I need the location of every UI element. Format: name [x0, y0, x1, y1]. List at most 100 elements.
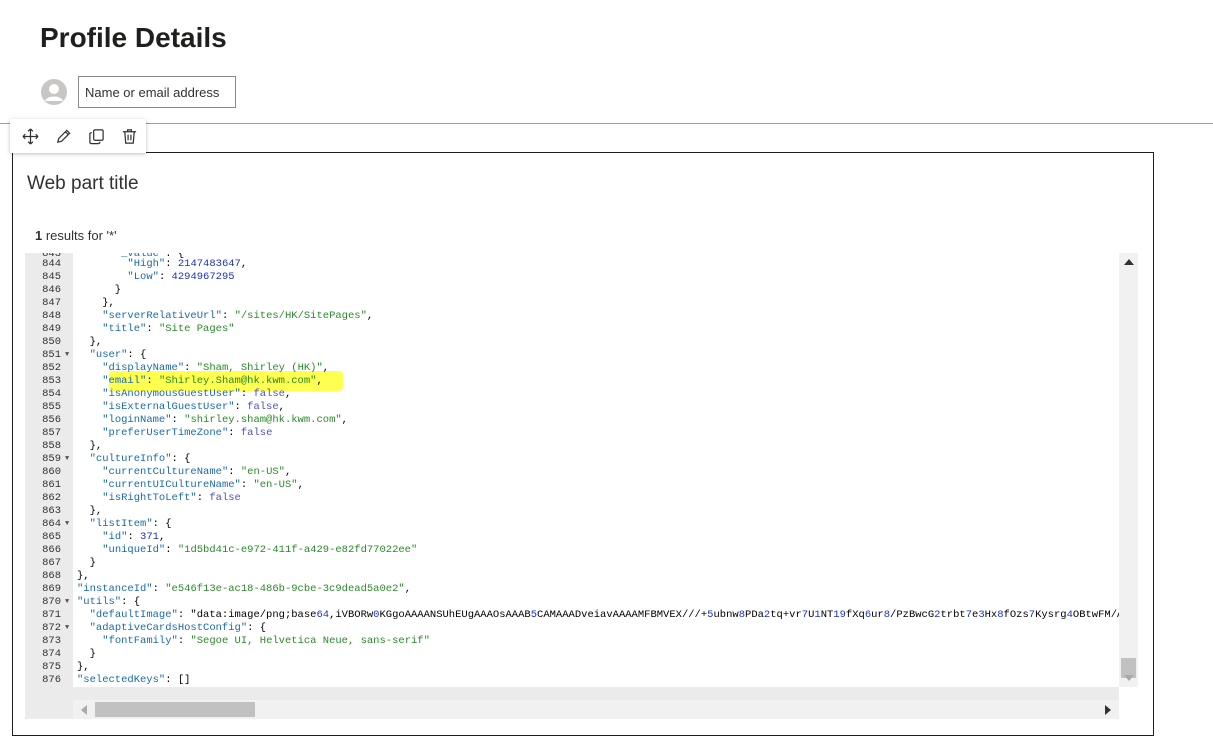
code-line: "fontFamily": "Segoe UI, Helvetica Neue,… — [102, 635, 430, 647]
code-line: }, — [77, 336, 103, 348]
line-number: 851 — [42, 349, 61, 361]
code-line: }, — [77, 297, 115, 309]
line-number: 870 — [42, 596, 61, 608]
line-number: 872 — [42, 622, 61, 634]
code-line: "currentUICultureName": "en-US", — [102, 479, 304, 491]
code-line: }, — [77, 570, 90, 582]
line-number: 866 — [42, 544, 61, 556]
fold-toggle-icon[interactable]: ▼ — [65, 622, 69, 635]
trash-icon — [122, 128, 137, 144]
line-number: 869 — [42, 583, 61, 595]
code-line: "instanceId": "e546f13e-ac18-486b-9cbe-3… — [77, 583, 411, 595]
scroll-up-arrow-icon[interactable] — [1124, 259, 1134, 265]
code-line: "displayName": "Sham, Shirley (HK)", — [102, 362, 330, 374]
vertical-scrollbar[interactable] — [1119, 253, 1138, 687]
line-number: 853 — [42, 375, 61, 387]
code-line: "loginName": "shirley.sham@hk.kwm.com", — [102, 414, 348, 426]
editor-bottom-strip — [25, 687, 1119, 700]
line-number: 860 — [42, 466, 61, 478]
line-number: 876 — [42, 674, 61, 686]
json-code-editor[interactable]: 843 844 845 846 847 848 849 850 851 ▼ 852 853 854 855… — [25, 253, 1138, 719]
delete-button[interactable] — [113, 121, 146, 151]
scroll-left-arrow-icon[interactable] — [81, 705, 87, 715]
code-line: "email": "Shirley.Sham@hk.kwm.com", — [102, 375, 323, 387]
code-line: }, — [77, 661, 90, 673]
fold-toggle-icon[interactable]: ▼ — [65, 453, 69, 466]
scroll-down-arrow-icon[interactable] — [1124, 675, 1134, 681]
line-number: 856 — [42, 414, 61, 426]
fold-toggle-icon[interactable]: ▼ — [65, 596, 69, 609]
edit-button[interactable] — [47, 121, 80, 151]
line-number: 845 — [42, 271, 61, 283]
line-number: 867 — [42, 557, 61, 569]
code-line: }, — [77, 440, 103, 452]
code-line: "defaultImage": "data:image/png;base64,i… — [89, 609, 1119, 621]
line-number: 861 — [42, 479, 61, 491]
line-number: 846 — [42, 284, 61, 296]
duplicate-button[interactable] — [80, 121, 113, 151]
code-line: } — [77, 648, 96, 660]
fold-toggle-icon[interactable]: ▼ — [65, 349, 69, 362]
move-button[interactable] — [14, 121, 47, 151]
line-number: 847 — [42, 297, 61, 309]
results-summary: 1 results for '*' — [35, 228, 117, 243]
duplicate-icon — [89, 128, 104, 144]
line-number: 854 — [42, 388, 61, 400]
line-number: 852 — [42, 362, 61, 374]
hscroll-gutter — [25, 700, 73, 719]
horizontal-scrollbar[interactable] — [73, 700, 1119, 719]
fold-toggle-icon[interactable]: ▼ — [65, 518, 69, 531]
people-picker-input[interactable] — [78, 76, 236, 108]
code-line: "title": "Site Pages" — [102, 323, 235, 335]
code-area[interactable]: "High": 2147483647, "Low": 4294967295 } … — [73, 253, 1119, 687]
code-line: "adaptiveCardsHostConfig": { — [89, 622, 267, 634]
page-title: Profile Details — [40, 22, 227, 53]
code-line: "cultureInfo": { — [89, 453, 191, 465]
code-line: "Low": 4294967295 — [127, 271, 235, 283]
code-line: } — [77, 284, 122, 296]
line-number-gutter: 843 844 845 846 847 848 849 850 851 ▼ 852 853 854 855… — [25, 253, 73, 700]
line-number: 873 — [42, 635, 61, 647]
person-avatar-icon — [41, 79, 67, 105]
line-number: 848 — [42, 310, 61, 322]
line-number: 857 — [42, 427, 61, 439]
line-number: 850 — [42, 336, 61, 348]
webpart-container: Web part title 1 results for '*' 843 844 8… — [12, 152, 1154, 736]
code-line: "user": { — [89, 349, 147, 361]
line-number: 858 — [42, 440, 61, 452]
line-number: 855 — [42, 401, 61, 413]
code-line: "id": 371, — [102, 531, 166, 543]
code-line: "selectedKeys": [] — [77, 674, 191, 686]
code-line: "_value": { — [114, 253, 185, 260]
horizontal-scroll-thumb[interactable] — [95, 702, 255, 717]
code-line: "currentCultureName": "en-US", — [102, 466, 292, 478]
line-number: 875 — [42, 661, 61, 673]
code-line: "utils": { — [77, 596, 141, 608]
webpart-toolbar — [10, 119, 146, 153]
results-label: results for '*' — [42, 228, 117, 243]
code-line: "serverRelativeUrl": "/sites/HK/SitePage… — [102, 310, 374, 322]
line-number: 849 — [42, 323, 61, 335]
line-number: 868 — [42, 570, 61, 582]
scroll-right-arrow-icon[interactable] — [1105, 705, 1111, 715]
line-number: 844 — [42, 258, 61, 270]
code-line: "listItem": { — [89, 518, 172, 530]
line-number: 871 — [42, 609, 61, 621]
line-number: 862 — [42, 492, 61, 504]
webpart-title[interactable]: Web part title — [27, 173, 139, 195]
code-line: "preferUserTimeZone": false — [102, 427, 273, 439]
edit-pencil-icon — [56, 128, 71, 143]
section-divider — [0, 123, 1213, 124]
line-number: 874 — [42, 648, 61, 660]
line-number: 865 — [42, 531, 61, 543]
code-line: }, — [77, 505, 103, 517]
code-line: } — [77, 557, 96, 569]
code-line: "isAnonymousGuestUser": false, — [102, 388, 292, 400]
line-number: 864 — [42, 518, 61, 530]
code-line: "isExternalGuestUser": false, — [102, 401, 285, 413]
move-icon — [22, 128, 39, 144]
line-number: 859 — [42, 453, 61, 465]
code-line: "uniqueId": "1d5bd41c-e972-411f-a429-e82… — [102, 544, 418, 556]
code-line: "isRightToLeft": false — [102, 492, 241, 504]
line-number: 863 — [42, 505, 61, 517]
